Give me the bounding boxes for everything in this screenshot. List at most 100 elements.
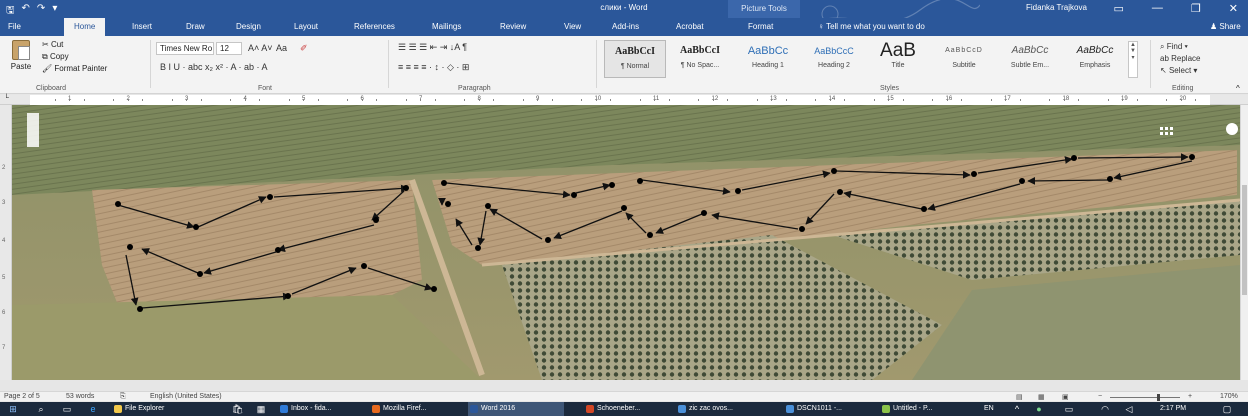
taskbar-paint[interactable]: Untitled - P... — [880, 402, 933, 416]
battery-icon[interactable]: ▭ — [1064, 404, 1074, 414]
zoom-level[interactable]: 170% — [1220, 393, 1238, 400]
find-button[interactable]: ⌕ Find ▾ — [1160, 42, 1188, 52]
ribbon-display-icon[interactable]: ▭ — [1114, 2, 1124, 15]
paragraph-list-row[interactable]: ☰ ☰ ☰ ⇤ ⇥ ↓A ¶ — [398, 42, 467, 53]
format-painter-button[interactable]: 🖌 Format Painter — [42, 64, 107, 73]
grow-shrink-font[interactable]: A˄ A˅ — [248, 43, 273, 53]
tab-design[interactable]: Design — [236, 22, 261, 31]
font-family-select[interactable]: Times New Ro — [156, 42, 214, 55]
calculator-icon[interactable]: ▦ — [256, 404, 266, 414]
restore-icon[interactable]: ❐ — [1191, 2, 1201, 15]
taskbar-image-viewer-2[interactable]: DSCN1011 -... — [784, 402, 842, 416]
read-mode-icon[interactable]: ▤ — [1016, 393, 1023, 401]
tab-view[interactable]: View — [564, 22, 581, 31]
taskbar-image-viewer-1[interactable]: zic zac ovos... — [676, 402, 733, 416]
tab-draw[interactable]: Draw — [186, 22, 205, 31]
share-label: Share — [1219, 22, 1241, 31]
taskbar-file-explorer[interactable]: File Explorer — [112, 402, 164, 416]
style-subtitle[interactable]: AaBbCcD Subtitle — [932, 40, 996, 78]
tab-mailings[interactable]: Mailings — [432, 22, 461, 31]
tab-review[interactable]: Review — [500, 22, 526, 31]
taskbar-word[interactable]: Word 2016 — [468, 402, 564, 416]
cut-button[interactable]: ✂ Cut — [42, 40, 63, 49]
ruler-page-area — [30, 95, 1210, 105]
edge-icon[interactable]: e — [88, 404, 98, 414]
web-layout-icon[interactable]: ▣ — [1062, 393, 1069, 401]
zoom-slider[interactable] — [1110, 397, 1180, 398]
layout-options-icon[interactable] — [1226, 123, 1238, 135]
search-icon[interactable]: ⌕ — [36, 404, 46, 414]
change-case-button[interactable]: Aa — [276, 43, 287, 53]
share-button[interactable]: ♟ Share — [1210, 22, 1241, 31]
tell-me-search[interactable]: ♀ Tell me what you want to do — [818, 22, 925, 31]
volume-icon[interactable]: ◁ — [1124, 404, 1134, 414]
tray-expand-icon[interactable]: ^ — [1012, 404, 1022, 414]
taskbar-powerpoint[interactable]: Schoeneber... — [584, 402, 640, 416]
scroll-thumb[interactable] — [1242, 185, 1247, 295]
clear-format-icon[interactable]: ✐ — [300, 43, 308, 54]
styles-gallery-scroll[interactable]: ▲ ▼ ▾ — [1128, 41, 1138, 78]
vertical-scrollbar[interactable] — [1240, 105, 1248, 380]
font-size-select[interactable]: 12 — [216, 42, 242, 55]
style-sample: AaBbCcI — [614, 46, 655, 57]
language-status[interactable]: English (United States) — [150, 393, 222, 400]
tab-selector-icon[interactable]: └ — [4, 95, 9, 102]
wifi-icon[interactable]: ◠ — [1100, 404, 1110, 414]
page-count[interactable]: Page 2 of 5 — [4, 393, 40, 400]
tab-home[interactable]: Home — [64, 18, 106, 36]
clock[interactable]: 2:17 PM — [1160, 405, 1186, 412]
ruler-tick — [771, 99, 773, 101]
input-language[interactable]: EN — [984, 405, 994, 412]
word-count[interactable]: 53 words — [66, 393, 94, 400]
tab-insert[interactable]: Insert — [132, 22, 152, 31]
paragraph-align-row[interactable]: ≡ ≡ ≡ ≡ · ↕ · ◇ · ⊞ — [398, 62, 469, 73]
print-layout-icon[interactable]: ▦ — [1038, 393, 1045, 401]
document-page[interactable] — [12, 105, 1240, 380]
ruler-tick — [1122, 99, 1124, 101]
task-view-icon[interactable]: ▭ — [62, 404, 72, 414]
image-handle[interactable] — [27, 113, 39, 147]
ruler-tick — [522, 99, 524, 101]
collapse-ribbon-icon[interactable]: ^ — [1236, 84, 1240, 93]
minimize-icon[interactable]: — — [1152, 2, 1163, 15]
tab-add-ins[interactable]: Add-ins — [612, 22, 639, 31]
taskbar-firefox[interactable]: Mozilla Firef... — [370, 402, 427, 416]
ruler-tick — [829, 99, 831, 101]
zoom-in-icon[interactable]: + — [1188, 393, 1192, 400]
style-emphasis[interactable]: AaBbCc Emphasis — [1064, 40, 1126, 78]
select-button[interactable]: ↖ Select ▾ — [1160, 66, 1197, 75]
style-heading-1[interactable]: AaBbCc Heading 1 — [736, 40, 800, 78]
font-format-row[interactable]: B I U · abc x₂ x² · A · ab · A — [160, 62, 268, 72]
windows-start-icon[interactable]: ⊞ — [8, 404, 18, 414]
horizontal-ruler[interactable]: └ 1234567891011121314151617181920 — [0, 95, 1248, 105]
zoom-slider-thumb[interactable] — [1157, 394, 1160, 401]
tab-references[interactable]: References — [354, 22, 395, 31]
replace-button[interactable]: ab Replace — [1160, 54, 1200, 63]
ruler-tick — [171, 99, 173, 101]
style-normal[interactable]: AaBbCcI ¶ Normal — [604, 40, 666, 78]
tab-file[interactable]: File — [8, 22, 21, 31]
close-icon[interactable]: ✕ — [1229, 2, 1238, 15]
aerial-field-image[interactable] — [12, 105, 1240, 380]
style-subtle-emphasis[interactable]: AaBbCc Subtle Em... — [998, 40, 1062, 78]
vruler-number: 5 — [2, 275, 6, 281]
paste-button[interactable]: Paste — [6, 40, 36, 71]
tab-acrobat[interactable]: Acrobat — [676, 22, 704, 31]
zoom-out-icon[interactable]: − — [1098, 393, 1102, 400]
style-title[interactable]: AaB Title — [868, 40, 928, 78]
user-name[interactable]: Fidanka Trajkova — [1026, 3, 1087, 12]
vertical-ruler[interactable]: 2 3 4 5 6 7 — [0, 105, 12, 380]
store-icon[interactable]: 🛍 — [232, 404, 243, 414]
tab-format[interactable]: Format — [748, 22, 773, 31]
taskbar-outlook[interactable]: Inbox - fida... — [278, 402, 331, 416]
tab-layout[interactable]: Layout — [294, 22, 318, 31]
picture-tools-label: Picture Tools — [728, 0, 800, 18]
style-no-spacing[interactable]: AaBbCcI ¶ No Spac... — [668, 40, 732, 78]
vruler-number: 4 — [2, 238, 6, 244]
proofing-icon[interactable]: ⎘ — [120, 393, 126, 401]
notifications-icon[interactable]: ▢ — [1222, 404, 1232, 414]
style-heading-2[interactable]: AaBbCcC Heading 2 — [802, 40, 866, 78]
copy-button[interactable]: ⧉ Copy — [42, 52, 69, 62]
ruler-tick — [1166, 99, 1168, 101]
tray-app-icon[interactable]: ● — [1034, 404, 1044, 414]
